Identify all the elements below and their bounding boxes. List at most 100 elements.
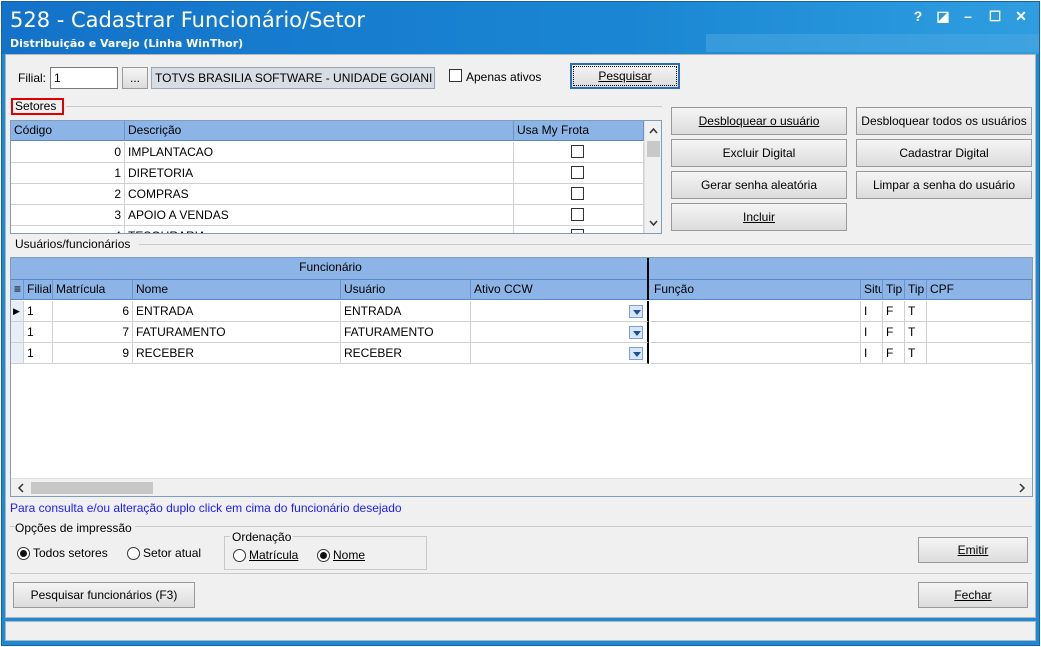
incluir-button[interactable]: Incluir [671,203,847,231]
cadastrar-digital-button[interactable]: Cadastrar Digital [856,139,1032,167]
dropdown-arrow-icon[interactable] [629,347,643,360]
row-indicator [11,322,24,343]
dropdown-arrow-icon[interactable] [629,326,643,339]
ordenacao-label: Ordenação [230,530,294,544]
close-icon[interactable]: ✕ [1010,8,1032,28]
col-tip-1[interactable]: Tip [883,280,905,300]
emitir-button[interactable]: Emitir [918,537,1028,563]
ativo-ccw-combo[interactable] [471,343,649,364]
funcionario-usuario: FATURAMENTO [341,322,471,343]
setor-atual-radio[interactable] [127,547,140,560]
restore-icon[interactable]: ◪ [932,8,954,28]
usuarios-group-label: Usuários/funcionários [15,237,131,251]
usa-my-frota-checkbox[interactable] [571,145,584,158]
col-situ[interactable]: Situ [861,280,883,300]
setor-row[interactable]: 1 DIRETORIA [11,163,644,184]
setor-codigo: 3 [11,205,125,226]
setores-grid-header: Código Descrição Usa My Frota [11,121,644,141]
funcionario-row[interactable]: 1 7 FATURAMENTO FATURAMENTO I F T [11,322,1032,343]
limpar-senha-button[interactable]: Limpar a senha do usuário [856,171,1032,199]
filial-input[interactable]: 1 [50,67,118,89]
setor-my-frota-cell [514,205,644,226]
funcionario-cpf [927,301,1032,322]
funcionario-row[interactable]: ▶ 1 6 ENTRADA ENTRADA I F T [11,301,1032,322]
usa-my-frota-checkbox[interactable] [571,166,584,179]
funcionario-situ: I [861,322,883,343]
col-descricao[interactable]: Descrição [125,121,514,141]
horizontal-scrollbar-arrows [17,482,1026,494]
funcionario-nome: FATURAMENTO [133,322,341,343]
usa-my-frota-checkbox[interactable] [571,229,584,233]
pesquisar-button[interactable]: Pesquisar [570,63,680,89]
setores-vertical-scrollbar[interactable] [644,121,661,233]
funcionario-funcao [651,343,861,364]
funcionario-funcao [651,301,861,322]
desbloquear-usuario-button[interactable]: Desbloquear o usuário [671,107,847,135]
col-tip-2[interactable]: Tip [905,280,927,300]
funcionario-usuario: RECEBER [341,343,471,364]
setores-group-divider [66,106,662,107]
setores-grid[interactable]: Código Descrição Usa My Frota 0 IMPLANTA… [10,120,662,234]
fechar-button[interactable]: Fechar [918,582,1028,608]
col-ativo-ccw[interactable]: Ativo CCW [471,280,649,300]
help-icon[interactable]: ? [907,8,929,28]
col-matricula[interactable]: Matrícula [53,280,133,300]
setor-my-frota-cell [514,226,644,233]
footer-divider [10,573,1032,574]
usuarios-grid[interactable]: Funcionário ≡ Filial Matrícula Nome Usuá… [10,257,1033,497]
todos-setores-label: Todos setores [33,546,108,560]
minimize-icon[interactable]: – [957,8,979,28]
setor-my-frota-cell [514,163,644,184]
setor-row[interactable]: 2 COMPRAS [11,184,644,205]
maximize-icon[interactable]: ☐ [984,8,1006,28]
app-window: 528 - Cadastrar Funcionário/Setor Distri… [1,1,1040,646]
todos-setores-radio[interactable] [17,547,30,560]
setor-row[interactable]: 3 APOIO A VENDAS [11,205,644,226]
setor-my-frota-cell [514,184,644,205]
funcionario-matricula: 9 [53,343,133,364]
funcionario-filial: 1 [24,301,53,322]
title-bar[interactable]: 528 - Cadastrar Funcionário/Setor Distri… [2,2,1039,54]
col-cpf[interactable]: CPF [927,280,1032,300]
desbloquear-todos-button[interactable]: Desbloquear todos os usuários [856,107,1032,135]
company-name-field: TOTVS BRASILIA SOFTWARE - UNIDADE GOIANI [151,67,435,89]
col-funcao[interactable]: Função [651,280,861,300]
funcionario-row[interactable]: 1 9 RECEBER RECEBER I F T [11,343,1032,364]
setor-descricao: DIRETORIA [125,163,514,184]
setor-descricao: APOIO A VENDAS [125,205,514,226]
matricula-radio[interactable] [233,549,246,562]
current-row-indicator-icon: ▶ [11,301,24,322]
usuarios-horizontal-scrollbar[interactable] [11,478,1032,496]
funcionario-matricula: 7 [53,322,133,343]
row-indicator-header-icon: ≡ [11,280,24,300]
apenas-ativos-checkbox[interactable] [449,69,462,82]
funcionario-filial: 1 [24,322,53,343]
usa-my-frota-checkbox[interactable] [571,208,584,221]
status-bar [5,621,1036,641]
col-codigo[interactable]: Código [11,121,125,141]
col-usa-my-frota[interactable]: Usa My Frota [514,121,644,141]
setor-row[interactable]: 0 IMPLANTACAO [11,142,644,163]
funcionario-nome: RECEBER [133,343,341,364]
funcionario-filial: 1 [24,343,53,364]
funcionario-situ: I [861,301,883,322]
browse-filial-button[interactable]: ... [122,67,148,89]
pesquisar-funcionarios-button[interactable]: Pesquisar funcionários (F3) [13,582,195,608]
ativo-ccw-combo[interactable] [471,301,649,322]
setor-row[interactable]: 4 TESOURARIA [11,226,644,233]
col-usuario[interactable]: Usuário [341,280,471,300]
title-bar-decoration [706,34,1039,52]
client-area: Filial: 1 ... TOTVS BRASILIA SOFTWARE - … [5,54,1036,618]
setor-descricao: TESOURARIA [125,226,514,233]
gerar-senha-button[interactable]: Gerar senha aleatória [671,171,847,199]
col-filial[interactable]: Filial [24,280,53,300]
setor-codigo: 0 [11,142,125,163]
col-nome[interactable]: Nome [133,280,341,300]
nome-radio-label: Nome [333,548,366,562]
dropdown-arrow-icon[interactable] [629,305,643,318]
nome-radio[interactable] [317,549,330,562]
ativo-ccw-combo[interactable] [471,322,649,343]
excluir-digital-button[interactable]: Excluir Digital [671,139,847,167]
usa-my-frota-checkbox[interactable] [571,187,584,200]
setores-scrollbar-arrows [647,127,660,227]
